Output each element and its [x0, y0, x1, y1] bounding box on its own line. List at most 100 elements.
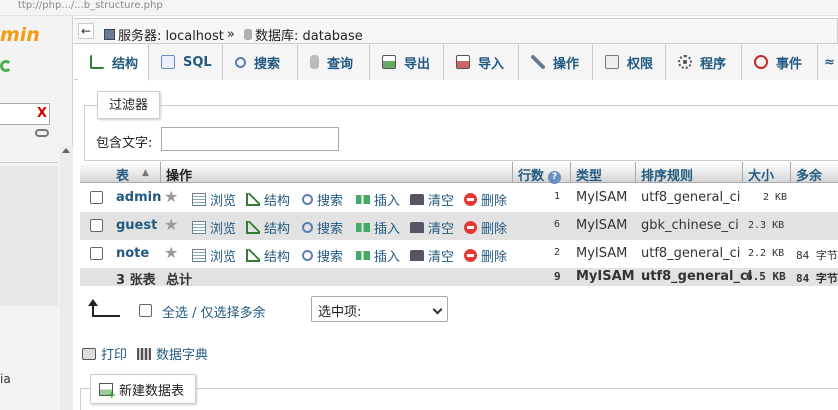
print-label[interactable]: 打印 [101, 344, 127, 363]
size-link[interactable]: 2.2 KB [748, 248, 784, 259]
tab-operations[interactable]: 操作 [519, 44, 593, 80]
browse-label[interactable]: 浏览 [210, 190, 236, 209]
main-content: ← 服务器: localhost » 数据库: database 结构 SQL … [74, 16, 838, 410]
data-dictionary-link[interactable]: 数据字典 [137, 344, 208, 363]
table-name-link[interactable]: note [116, 246, 149, 261]
row-checkbox[interactable] [90, 247, 103, 260]
structure-link[interactable]: 结构 [246, 246, 290, 265]
browse-label[interactable]: 浏览 [210, 218, 236, 237]
data-dictionary-label[interactable]: 数据字典 [156, 344, 208, 363]
browse-link[interactable]: 浏览 [192, 218, 236, 237]
breadcrumb-server[interactable]: 服务器: localhost » [104, 25, 235, 44]
structure-link[interactable]: 结构 [246, 218, 290, 237]
nav-tree-item[interactable]: ia [0, 372, 11, 386]
browse-label[interactable]: 浏览 [210, 246, 236, 265]
drop-label[interactable]: 删除 [481, 190, 507, 209]
structure-icon [246, 221, 260, 234]
tab-search[interactable]: 搜索 [223, 44, 298, 80]
insert-label[interactable]: 插入 [374, 218, 400, 237]
with-selected-select[interactable]: 选中项: [311, 296, 448, 322]
structure-link[interactable]: 结构 [246, 190, 290, 209]
overhead-link[interactable]: 84 字节 [796, 247, 838, 263]
insert-link[interactable]: 插入 [356, 218, 400, 237]
insert-link[interactable]: 插入 [356, 246, 400, 265]
empty-link[interactable]: 清空 [410, 246, 454, 265]
link-icon[interactable] [35, 129, 49, 137]
new-table-label[interactable]: 新建数据表 [119, 380, 184, 399]
header-size[interactable]: 大小 [748, 165, 774, 184]
search-label[interactable]: 搜索 [317, 218, 343, 237]
header-rows-label[interactable]: 行数 [518, 169, 544, 184]
tab-events[interactable]: 事件 [742, 44, 818, 80]
table-row: note ★ 浏览 结构 搜索 插入 清空 删除 2 MyISAM utf8_g… [80, 240, 838, 268]
clear-icon[interactable]: X [37, 106, 47, 121]
scroll-up-icon[interactable] [62, 148, 70, 153]
favorite-star-icon[interactable]: ★ [164, 243, 178, 262]
drop-link[interactable]: 删除 [464, 190, 507, 209]
tab-routines[interactable]: 程序 [666, 44, 742, 80]
table-name-link[interactable]: guest [116, 218, 157, 233]
reload-icon[interactable] [0, 60, 12, 72]
search-link[interactable]: 搜索 [302, 246, 343, 265]
tab-privileges[interactable]: 权限 [593, 44, 666, 80]
drop-label[interactable]: 删除 [481, 246, 507, 265]
table-name-link[interactable]: admin [116, 190, 161, 205]
breadcrumb-server-label[interactable]: 服务器: localhost [118, 25, 224, 44]
search-label[interactable]: 搜索 [317, 190, 343, 209]
insert-label[interactable]: 插入 [374, 246, 400, 265]
tab-sql[interactable]: SQL [149, 44, 223, 80]
header-table[interactable]: 表 [116, 165, 129, 184]
drop-label[interactable]: 删除 [481, 218, 507, 237]
new-table-button[interactable]: 新建数据表 [90, 374, 197, 404]
collapse-nav-button[interactable]: ← [78, 23, 94, 39]
tab-more[interactable]: ≈ [818, 44, 838, 80]
tab-bar: 结构 SQL 搜索 查询 导出 导入 操作 权限 程序 事件 ≈ [74, 44, 838, 81]
search-label[interactable]: 搜索 [317, 246, 343, 265]
header-overhead[interactable]: 多余 [796, 165, 822, 184]
phpmyadmin-logo[interactable]: min [0, 24, 40, 46]
print-link[interactable]: 打印 [82, 344, 127, 363]
size-link[interactable]: 2.3 KB [748, 220, 784, 231]
insert-link[interactable]: 插入 [356, 190, 400, 209]
row-checkbox[interactable] [90, 219, 103, 232]
favorite-star-icon[interactable]: ★ [164, 187, 178, 206]
column-separator [790, 162, 791, 183]
header-collation[interactable]: 排序规则 [641, 165, 693, 184]
select-all-checkbox[interactable] [139, 304, 152, 317]
search-link[interactable]: 搜索 [302, 190, 343, 209]
row-checkbox[interactable] [90, 191, 103, 204]
nav-scrollbar[interactable] [60, 146, 73, 410]
browse-link[interactable]: 浏览 [192, 190, 236, 209]
nav-tree [0, 166, 58, 306]
dictionary-icon [137, 347, 152, 360]
filter-input[interactable] [161, 127, 339, 151]
breadcrumb-database[interactable]: 数据库: database [244, 25, 363, 44]
empty-label[interactable]: 清空 [428, 218, 454, 237]
select-all-label[interactable]: 全选 / 仅选择多余 [162, 302, 266, 321]
structure-label[interactable]: 结构 [264, 190, 290, 209]
empty-label[interactable]: 清空 [428, 190, 454, 209]
size-link[interactable]: 2 KB [763, 192, 787, 203]
header-rows[interactable]: 行数? [518, 165, 562, 184]
favorite-star-icon[interactable]: ★ [164, 215, 178, 234]
empty-link[interactable]: 清空 [410, 218, 454, 237]
help-icon[interactable]: ? [548, 171, 562, 184]
sort-asc-icon[interactable]: ▲ [142, 168, 149, 178]
tab-query[interactable]: 查询 [298, 44, 370, 80]
drop-link[interactable]: 删除 [464, 218, 507, 237]
header-type[interactable]: 类型 [576, 165, 602, 184]
browse-link[interactable]: 浏览 [192, 246, 236, 265]
structure-label[interactable]: 结构 [264, 246, 290, 265]
empty-link[interactable]: 清空 [410, 190, 454, 209]
structure-label[interactable]: 结构 [264, 218, 290, 237]
routines-icon [678, 55, 692, 69]
tab-structure[interactable]: 结构 [78, 44, 149, 81]
tab-import[interactable]: 导入 [444, 44, 519, 80]
empty-label[interactable]: 清空 [428, 246, 454, 265]
tab-export[interactable]: 导出 [370, 44, 444, 80]
breadcrumb-database-label[interactable]: 数据库: database [255, 25, 363, 44]
drop-link[interactable]: 删除 [464, 246, 507, 265]
insert-icon [356, 195, 370, 204]
insert-label[interactable]: 插入 [374, 190, 400, 209]
search-link[interactable]: 搜索 [302, 218, 343, 237]
